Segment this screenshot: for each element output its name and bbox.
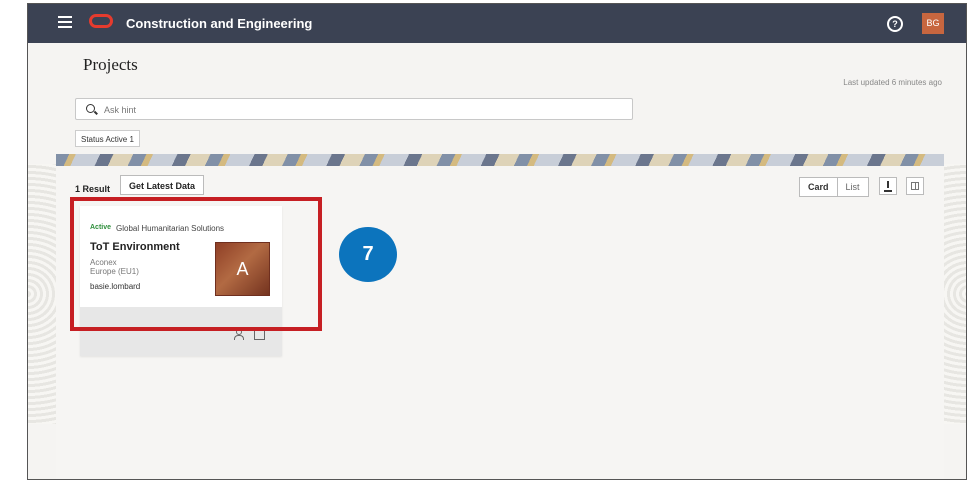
top-navigation-bar: Construction and Engineering ? BG	[28, 4, 966, 43]
search-icon	[86, 104, 95, 113]
download-icon[interactable]	[879, 177, 897, 195]
status-filter-chip[interactable]: Status Active 1	[75, 130, 140, 147]
search-bar[interactable]	[75, 98, 633, 120]
app-title: Construction and Engineering	[126, 16, 313, 31]
get-latest-data-button[interactable]: Get Latest Data	[120, 175, 205, 195]
step-number-badge: 7	[339, 227, 397, 282]
user-avatar[interactable]: BG	[922, 13, 944, 34]
results-count: 1 Result	[75, 184, 111, 194]
decorative-banner	[56, 154, 944, 166]
search-input[interactable]	[102, 101, 626, 119]
highlight-rectangle	[70, 197, 322, 331]
card-view-button[interactable]: Card	[800, 178, 838, 196]
left-decoration	[28, 164, 56, 424]
columns-icon[interactable]	[906, 177, 924, 195]
help-icon[interactable]: ?	[887, 16, 903, 32]
last-updated-text: Last updated 6 minutes ago	[843, 78, 942, 87]
view-toggle[interactable]: Card List	[799, 177, 869, 197]
right-decoration	[944, 164, 966, 424]
app-window: Construction and Engineering ? BG Projec…	[27, 3, 967, 480]
hamburger-menu-icon[interactable]	[58, 16, 72, 28]
list-view-button[interactable]: List	[838, 178, 868, 196]
oracle-logo-icon	[89, 14, 113, 28]
page-title: Projects	[83, 55, 138, 74]
